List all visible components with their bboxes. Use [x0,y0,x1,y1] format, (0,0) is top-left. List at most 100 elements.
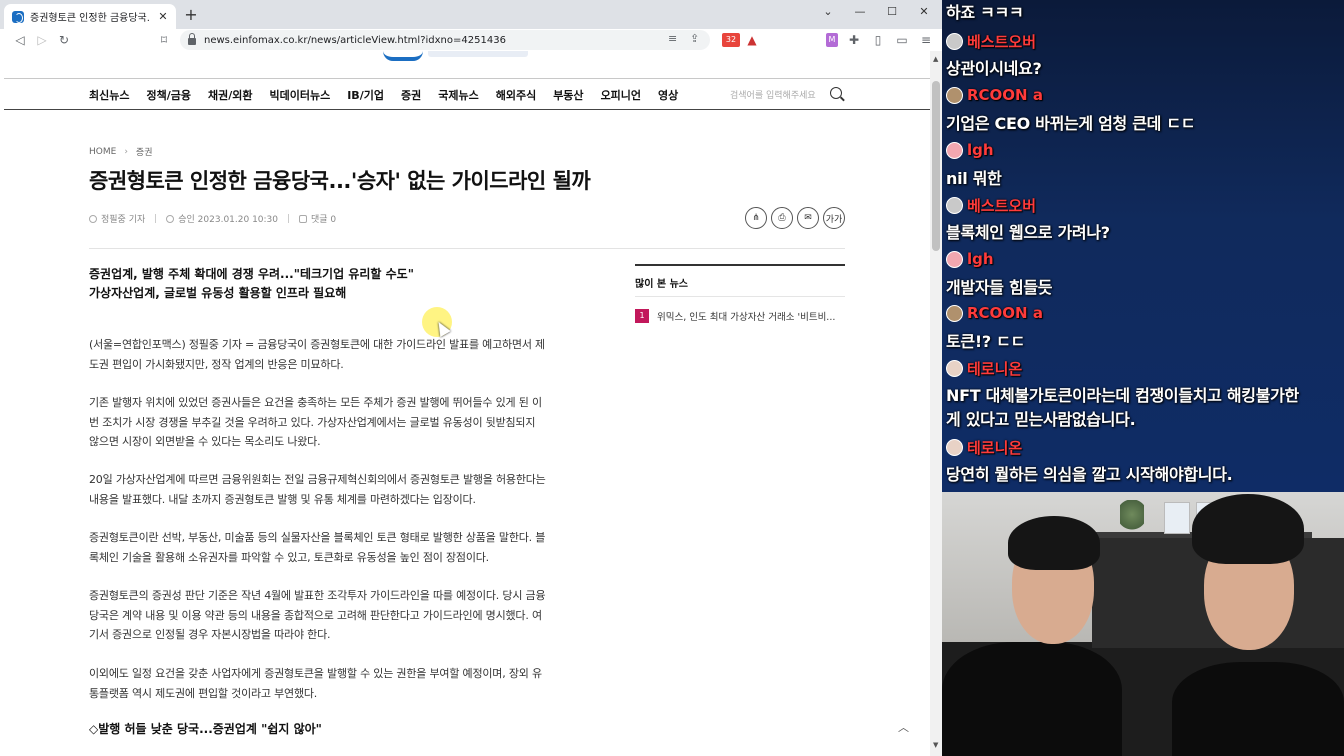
nav-item-bonds[interactable]: 채권/외환 [208,87,253,103]
brave-shield-badge[interactable]: 32 [722,33,740,47]
tab-close-icon[interactable]: ✕ [156,10,170,23]
popular-news-item[interactable]: 1 위믹스, 인도 최대 가상자산 거래소 '비트비... [635,309,835,323]
minimize-button[interactable]: — [844,0,876,22]
avatar [946,33,963,50]
plant [1120,500,1144,536]
back-arrow-icon[interactable]: ◁ [12,32,28,48]
paragraph-line: 20일 가상자산업계에 따르면 금융위원회는 전일 금융규제혁신회의에서 증권형… [89,473,546,486]
stream-chat-overlay: 하죠 ㅋㅋㅋ 베스트오버 상관이시네요? RCOON a 기업은 CEO 바뀌는… [942,0,1344,492]
avatar [946,197,963,214]
browser-window: 증권형토큰 인정한 금융당국...'승자 ✕ + ⌄ — ☐ ✕ ◁ ▷ ↻ ⌑… [0,0,942,756]
scroll-up-arrow-icon[interactable]: ▲ [933,55,938,63]
tab-bar: 증권형토큰 인정한 금융당국...'승자 ✕ + ⌄ — ☐ ✕ [0,0,942,29]
divider [288,214,290,223]
paragraph-line: 내용을 발표했다. 내달 초까지 증권형토큰 발행 및 유통 체계를 마련하겠다… [89,492,476,506]
share-icon[interactable]: ⇪ [690,32,699,45]
search-input[interactable]: 검색어를 입력해주세요 [730,88,816,101]
font-size-button[interactable]: 가가 [823,207,845,229]
share-icon[interactable]: ⋔ [745,207,767,229]
reader-mode-icon[interactable]: ≡ [668,32,677,45]
nav-item-ib[interactable]: IB/기업 [347,87,384,103]
reload-icon[interactable]: ↻ [56,32,72,48]
chat-user: RCOON a [946,86,1043,104]
paragraph-4: 증권형토큰이란 선박, 부동산, 미술품 등의 실물자산을 블록체인 토큰 형태… [89,528,609,567]
paragraph-line: 증권형토큰이란 선박, 부동산, 미술품 등의 실물자산을 블록체인 토큰 형태… [89,531,546,544]
chat-message: 개발자들 힘들듯 [946,278,1053,297]
clock-icon [166,214,175,223]
nav-item-bigdata[interactable]: 빅데이터뉴스 [269,87,330,103]
extension-m-icon[interactable]: M [826,33,838,47]
site-logo[interactable] [383,51,423,61]
new-tab-button[interactable]: + [182,6,200,24]
chat-username: lgh [967,141,994,159]
chat-message: 상관이시네요? [946,59,1042,78]
chat-username: 베스트오버 [967,33,1037,51]
paragraph-line: 통플랫폼 역시 제도권에 편입할 것이라고 부연했다. [89,686,318,700]
streamer-body [1172,662,1344,756]
chat-user: RCOON a [946,304,1043,322]
paragraph-line: 기존 발행자 위치에 있었던 증권사들은 요건을 충족하는 모든 주체가 증권 … [89,396,542,409]
lock-icon [188,33,196,45]
paragraph-line: 록체인 기술을 활용해 소유권자를 파악할 수 있고, 토큰화로 유동성을 높인… [89,550,489,564]
comment-icon [299,214,308,223]
chat-user: 베스트오버 [946,195,1036,216]
comment-count[interactable]: 댓글 0 [311,212,336,225]
main-nav: 최신뉴스 정책/금융 채권/외환 빅데이터뉴스 IB/기업 증권 국제뉴스 해외… [89,87,695,103]
user-icon [89,214,97,223]
nav-item-video[interactable]: 영상 [658,87,678,103]
extensions-puzzle-icon[interactable]: ✚ [846,32,862,48]
wallet-icon[interactable]: ▭ [894,32,910,48]
nav-item-realestate[interactable]: 부동산 [553,87,583,103]
address-bar[interactable]: news.einfomax.co.kr/news/articleView.htm… [180,30,710,50]
chat-username: lgh [967,250,994,268]
chevron-up-icon[interactable]: ︿ [898,719,909,735]
divider [4,78,930,79]
divider [635,264,845,266]
chat-message: 토큰!? ㄷㄷ [946,332,1025,351]
chat-username: 테로니온 [967,439,1023,457]
breadcrumb: HOME › 증권 [89,145,153,159]
tab-search-icon[interactable]: ⌄ [812,0,844,22]
author: 정필중 기자 [101,215,146,225]
breadcrumb-section[interactable]: 증권 [136,145,153,158]
section-title: ◇발행 허들 낮춘 당국...증권업계 "쉽지 않아" [89,722,322,736]
nav-item-latest[interactable]: 최신뉴스 [89,87,129,103]
nav-item-securities[interactable]: 증권 [401,87,421,103]
maximize-button[interactable]: ☐ [876,0,908,22]
site-favicon-icon [12,10,24,23]
search-icon[interactable] [830,87,842,99]
brave-rewards-icon[interactable]: ▲ [744,32,760,48]
forward-arrow-icon[interactable]: ▷ [34,32,50,48]
breadcrumb-home[interactable]: HOME [89,147,116,157]
chat-message: 하죠 ㅋㅋㅋ [946,3,1024,22]
nav-item-policy[interactable]: 정책/금융 [146,87,191,103]
page-scrollbar[interactable]: ▲ ▼ [930,51,942,756]
tab-active[interactable]: 증권형토큰 인정한 금융당국...'승자 ✕ [4,4,176,29]
paragraph-2: 기존 발행자 위치에 있었던 증권사들은 요건을 충족하는 모든 주체가 증권 … [89,393,609,452]
article-headline: 증권형토큰 인정한 금융당국...'승자' 없는 가이드라인 될까 [89,169,591,193]
email-icon[interactable]: ✉ [797,207,819,229]
url-text: news.einfomax.co.kr/news/articleView.htm… [204,34,506,46]
chat-username: 베스트오버 [967,197,1037,215]
paragraph-line: 않으면 시장이 외면받을 수 있다는 목소리도 나왔다. [89,435,321,448]
popular-news-link[interactable]: 위믹스, 인도 최대 가상자산 거래소 '비트비... [657,309,835,323]
close-window-button[interactable]: ✕ [908,0,940,22]
avatar [946,360,963,377]
scroll-down-arrow-icon[interactable]: ▼ [933,741,938,749]
nav-item-international[interactable]: 국제뉴스 [438,87,478,103]
print-icon[interactable]: ⎙ [771,207,793,229]
chat-message: 기업은 CEO 바뀌는게 엄청 큰데 ㄷㄷ [946,114,1196,133]
sidebar-icon[interactable]: ▯ [870,32,886,48]
webcam-feed [942,492,1344,756]
chat-message: 블록체인 웹으로 가려나? [946,223,1110,242]
bookmark-icon[interactable]: ⌑ [156,32,172,48]
published-date: 승인 2023.01.20 10:30 [178,215,279,225]
scrollbar-thumb[interactable] [932,81,940,251]
chat-user: lgh [946,250,994,268]
nav-item-opinion[interactable]: 오피니언 [601,87,641,103]
chat-user: 테로니온 [946,358,1022,379]
menu-icon[interactable]: ≡ [918,32,934,48]
chevron-right-icon: › [124,146,128,157]
article-subheads: 증권업계, 발행 주체 확대에 경쟁 우려..."테크기업 유리할 수도" 가상… [89,265,414,303]
nav-item-overseas-stocks[interactable]: 해외주식 [496,87,536,103]
